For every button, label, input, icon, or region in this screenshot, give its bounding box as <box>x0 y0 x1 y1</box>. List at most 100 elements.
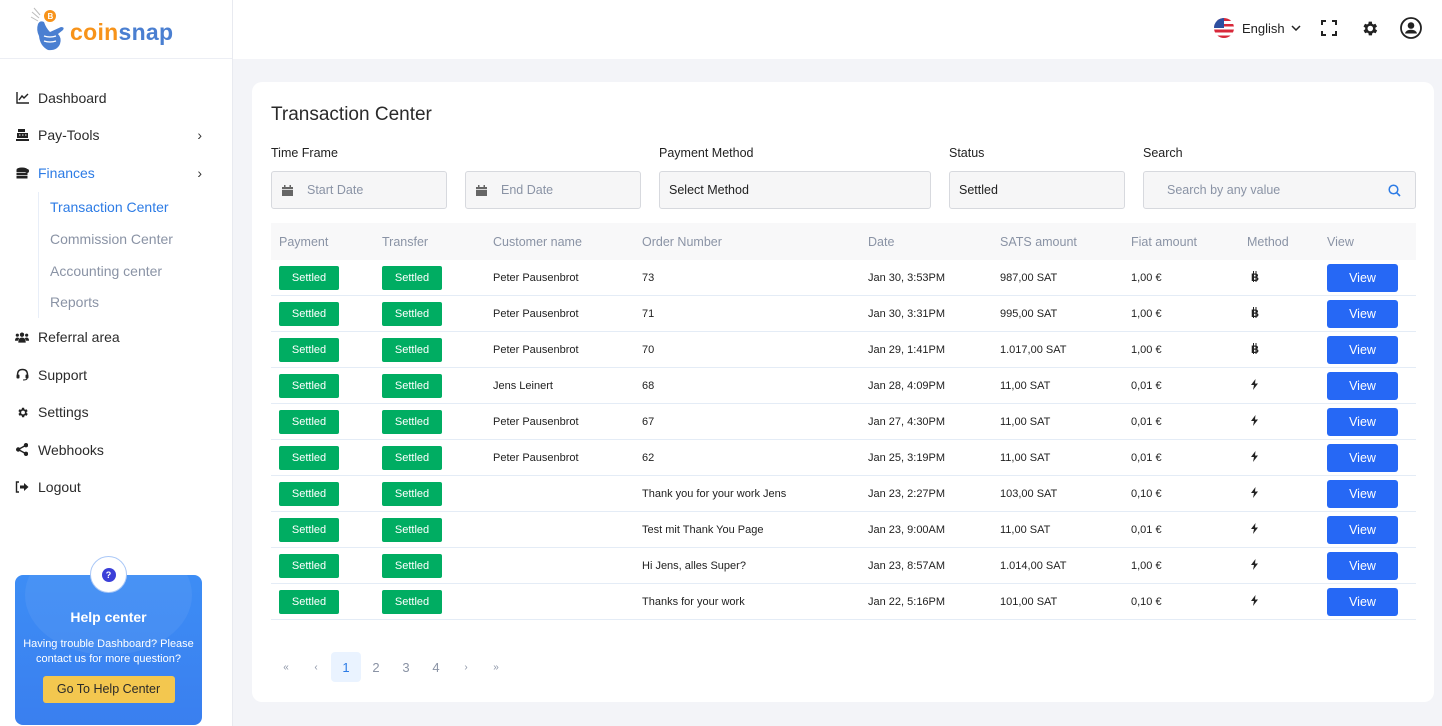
payment-status-badge[interactable]: Settled <box>279 517 339 542</box>
transfer-status-badge[interactable]: Settled <box>382 265 442 290</box>
transfer-status-badge[interactable]: Settled <box>382 589 442 614</box>
sidebar-subitem-commission-center[interactable]: Commission Center <box>50 223 232 255</box>
sidebar-subitem-accounting-center[interactable]: Accounting center <box>50 255 232 287</box>
column-header-method: Method <box>1247 234 1289 249</box>
sidebar-subitem-transaction-center[interactable]: Transaction Center <box>50 192 232 224</box>
payment-status-cell: Settled <box>271 296 382 331</box>
last-page-button[interactable]: » <box>481 652 511 682</box>
transfer-status-badge[interactable]: Settled <box>382 373 442 398</box>
sidebar-item-finances[interactable]: Finances › <box>0 154 232 192</box>
transfer-status-badge[interactable]: Settled <box>382 517 442 542</box>
order-number-cell: 68 <box>642 379 655 392</box>
lightning-icon <box>1247 558 1258 573</box>
payment-status-cell: Settled <box>271 368 382 403</box>
chevron-right-icon: › <box>197 164 202 181</box>
sidebar-item-label: Pay-Tools <box>38 127 100 144</box>
page-button-4[interactable]: 4 <box>421 652 451 682</box>
brand-logo[interactable]: B coinsnap <box>0 0 232 59</box>
transfer-status-badge[interactable]: Settled <box>382 553 442 578</box>
transfer-status-badge[interactable]: Settled <box>382 481 442 506</box>
page-button-3[interactable]: 3 <box>391 652 421 682</box>
payment-method-value: Select Method <box>669 183 749 197</box>
view-button[interactable]: View <box>1327 551 1398 580</box>
fullscreen-icon[interactable] <box>1318 17 1340 39</box>
view-button[interactable]: View <box>1327 407 1398 436</box>
payment-status-badge[interactable]: Settled <box>279 337 339 362</box>
transfer-status-badge[interactable]: Settled <box>382 445 442 470</box>
date-cell: Jan 29, 1:41PM <box>868 343 946 356</box>
finances-submenu: Transaction Center Commission Center Acc… <box>38 191 232 319</box>
fiat-amount-cell: 1,00 € <box>1131 307 1162 320</box>
payment-status-cell: Settled <box>271 440 382 475</box>
sidebar-item-support[interactable]: Support <box>0 356 232 394</box>
language-selector[interactable]: English <box>1214 18 1301 38</box>
start-date-input[interactable]: Start Date <box>271 171 447 209</box>
top-bar: English <box>233 0 1442 59</box>
table-header: Payment Transfer Customer name Order Num… <box>271 223 1416 260</box>
payment-method-select[interactable]: Select Method <box>659 171 931 209</box>
cash-register-icon <box>15 128 29 142</box>
sidebar-item-label: Settings <box>38 404 89 420</box>
payment-status-badge[interactable]: Settled <box>279 445 339 470</box>
sidebar-item-referral-area[interactable]: Referral area <box>0 318 232 356</box>
view-button[interactable]: View <box>1327 479 1398 508</box>
table-row: Settled Settled Peter Pausenbrot 71 Jan 30, … <box>271 296 1416 332</box>
search-icon[interactable] <box>1388 184 1401 200</box>
end-date-input[interactable]: End Date <box>465 171 641 209</box>
payment-status-badge[interactable]: Settled <box>279 373 339 398</box>
payment-status-badge[interactable]: Settled <box>279 265 339 290</box>
payment-status-badge[interactable]: Settled <box>279 409 339 434</box>
page-button-1[interactable]: 1 <box>331 652 361 682</box>
sidebar-item-logout[interactable]: Logout <box>0 468 232 506</box>
transfer-status-badge[interactable]: Settled <box>382 301 442 326</box>
payment-status-badge[interactable]: Settled <box>279 589 339 614</box>
fiat-amount-cell: 0,01 € <box>1131 523 1162 536</box>
payment-status-cell: Settled <box>271 512 382 547</box>
view-button[interactable]: View <box>1327 443 1398 472</box>
view-button[interactable]: View <box>1327 371 1398 400</box>
payment-status-badge[interactable]: Settled <box>279 301 339 326</box>
date-cell: Jan 22, 5:16PM <box>868 595 946 608</box>
page-button-2[interactable]: 2 <box>361 652 391 682</box>
sidebar-item-label: Finances <box>38 164 95 181</box>
transfer-status-badge[interactable]: Settled <box>382 337 442 362</box>
next-page-button[interactable]: › <box>451 652 481 682</box>
view-button[interactable]: View <box>1327 515 1398 544</box>
status-select[interactable]: Settled <box>949 171 1125 209</box>
transfer-status-badge[interactable]: Settled <box>382 409 442 434</box>
date-cell: Jan 25, 3:19PM <box>868 451 946 464</box>
settings-icon[interactable] <box>1358 17 1380 39</box>
payment-status-badge[interactable]: Settled <box>279 553 339 578</box>
sats-amount-cell: 103,00 SAT <box>1000 487 1058 500</box>
user-account-icon[interactable] <box>1400 17 1422 39</box>
view-button[interactable]: View <box>1327 335 1398 364</box>
search-label: Search <box>1143 146 1183 160</box>
fiat-amount-cell: 0,01 € <box>1131 415 1162 428</box>
share-icon <box>15 443 29 457</box>
sidebar-item-settings[interactable]: Settings <box>0 393 232 431</box>
sidebar-item-dashboard[interactable]: Dashboard <box>0 79 232 117</box>
view-button[interactable]: View <box>1327 587 1398 616</box>
search-input[interactable]: Search by any value <box>1143 171 1416 209</box>
view-button[interactable]: View <box>1327 263 1398 292</box>
go-to-help-center-button[interactable]: Go To Help Center <box>42 676 175 703</box>
payment-status-badge[interactable]: Settled <box>279 481 339 506</box>
first-page-button[interactable]: « <box>271 652 301 682</box>
sats-amount-cell: 11,00 SAT <box>1000 379 1051 392</box>
view-button[interactable]: View <box>1327 299 1398 328</box>
sidebar-subitem-reports[interactable]: Reports <box>50 287 232 319</box>
users-icon <box>15 330 29 344</box>
view-cell: View <box>1327 260 1407 295</box>
svg-text:B: B <box>48 12 54 21</box>
chart-line-icon <box>15 91 29 105</box>
prev-page-button[interactable]: ‹ <box>301 652 331 682</box>
svg-text:B: B <box>1251 308 1259 318</box>
date-cell: Jan 23, 2:27PM <box>868 487 946 500</box>
sidebar-item-pay-tools[interactable]: Pay-Tools › <box>0 117 232 155</box>
chevron-down-icon <box>1291 23 1301 34</box>
customer-name-cell <box>493 584 642 619</box>
fiat-amount-cell: 1,00 € <box>1131 559 1162 572</box>
gear-icon <box>15 405 29 419</box>
sidebar-item-label: Referral area <box>38 329 120 345</box>
sidebar-item-webhooks[interactable]: Webhooks <box>0 431 232 469</box>
